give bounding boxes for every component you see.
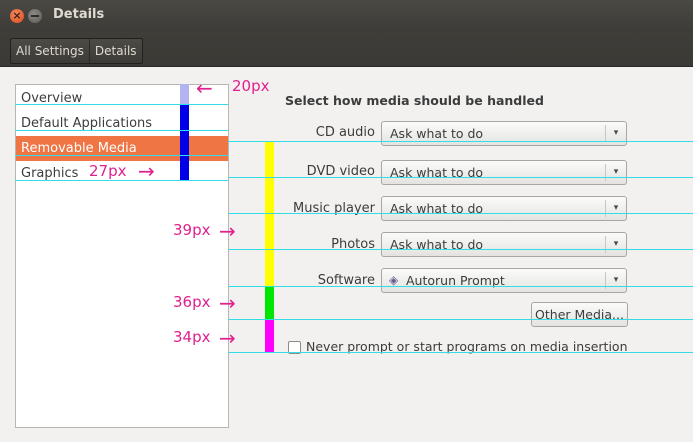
guide-line [228, 319, 693, 320]
other-media-button[interactable]: Other Media... [531, 302, 628, 327]
guide-line [228, 177, 693, 178]
cd-audio-combo[interactable]: Ask what to do ▾ [381, 121, 627, 146]
guide-line [15, 180, 228, 181]
window-title: Details [53, 7, 105, 22]
chevron-down-icon: ▾ [605, 125, 626, 142]
arrow-right-icon: → [219, 326, 236, 350]
guide-line [228, 141, 693, 142]
dvd-video-combo[interactable]: Ask what to do ▾ [381, 160, 627, 185]
chevron-down-icon: ▾ [605, 164, 626, 181]
breadcrumb-all-settings[interactable]: All Settings [11, 39, 89, 63]
chevron-down-icon: ▾ [605, 200, 626, 217]
software-value: Autorun Prompt [406, 273, 505, 288]
photos-combo[interactable]: Ask what to do ▾ [381, 232, 627, 257]
dvd-video-value: Ask what to do [390, 165, 484, 180]
measurement-label: 34px [173, 328, 211, 346]
breadcrumb-details[interactable]: Details [88, 39, 142, 63]
guide-line [15, 104, 228, 105]
measure-bar-27 [180, 104, 189, 180]
guide-line [15, 130, 228, 131]
guide-line [228, 352, 693, 353]
chevron-down-icon: ▾ [605, 236, 626, 253]
window-titlebar: × Details [0, 0, 693, 32]
arrow-right-icon: → [138, 159, 155, 183]
measure-bar-34 [265, 319, 274, 352]
minimize-window-button[interactable] [28, 9, 42, 23]
sidebar-item-default-applications[interactable]: Default Applications [16, 111, 228, 136]
cd-audio-label: CD audio [315, 125, 375, 140]
guide-line [228, 249, 693, 250]
section-heading: Select how media should be handled [285, 93, 544, 108]
music-player-combo[interactable]: Ask what to do ▾ [381, 196, 627, 221]
measurement-label: 20px [232, 77, 270, 95]
guide-line [15, 155, 228, 156]
autorun-icon: ◈ [389, 273, 399, 287]
photos-value: Ask what to do [390, 237, 484, 252]
close-window-button[interactable]: × [10, 9, 24, 23]
sidebar: Overview Default Applications Removable … [15, 84, 229, 428]
measurement-label: 27px [89, 162, 127, 180]
guide-line [228, 213, 693, 214]
arrow-left-icon: ← [196, 76, 213, 100]
measure-bar-20 [180, 84, 189, 104]
arrow-right-icon: → [219, 291, 236, 315]
measurement-label: 39px [173, 221, 211, 239]
breadcrumb: All Settings Details [10, 38, 143, 64]
measurement-label: 36px [173, 293, 211, 311]
music-player-value: Ask what to do [390, 201, 484, 216]
sidebar-item-removable-media[interactable]: Removable Media [16, 136, 228, 161]
software-combo[interactable]: ◈ Autorun Prompt ▾ [381, 268, 627, 293]
guide-line [228, 286, 693, 287]
measure-bar-36 [265, 286, 274, 319]
close-icon: × [12, 9, 22, 22]
arrow-right-icon: → [219, 219, 236, 243]
minimize-icon [31, 15, 39, 17]
